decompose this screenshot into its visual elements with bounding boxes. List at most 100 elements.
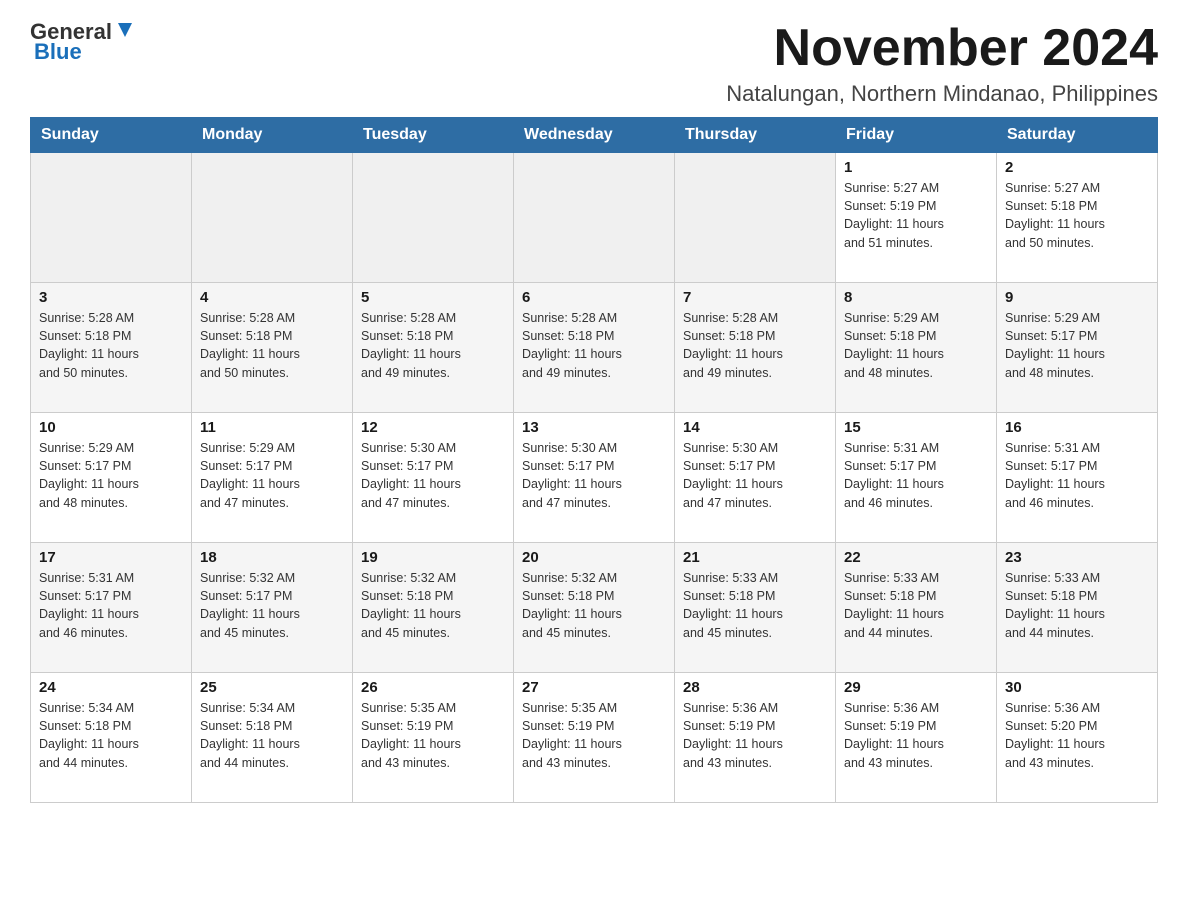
calendar-subtitle: Natalungan, Northern Mindanao, Philippin… [726,81,1158,107]
calendar-cell: 30 Sunrise: 5:36 AM Sunset: 5:20 PM Dayli… [997,673,1158,803]
day-info: Sunrise: 5:28 AM Sunset: 5:18 PM Dayligh… [361,309,505,382]
calendar-cell: 11 Sunrise: 5:29 AM Sunset: 5:17 PM Dayli… [192,413,353,543]
calendar-cell: 26Sunrise: 5:35 AM Sunset: 5:19 PM Dayli… [353,673,514,803]
title-area: November 2024 Natalungan, Northern Minda… [726,20,1158,107]
logo: General Blue [30,20,136,64]
day-number: 16 [1005,419,1149,436]
calendar-cell: 6 Sunrise: 5:28 AM Sunset: 5:18 PM Daylig… [514,283,675,413]
calendar-cell [675,153,836,283]
day-number: 17 [39,549,183,566]
day-info: Sunrise: 5:35 AM Sunset: 5:19 PM Dayligh… [522,699,666,772]
calendar-cell: 1Sunrise: 5:27 AM Sunset: 5:19 PM Daylig… [836,153,997,283]
calendar-cell: 23Sunrise: 5:33 AM Sunset: 5:18 PM Dayli… [997,543,1158,673]
day-info: Sunrise: 5:32 AM Sunset: 5:18 PM Dayligh… [522,569,666,642]
calendar-title: November 2024 [726,20,1158,77]
calendar-cell: 28 Sunrise: 5:36 AM Sunset: 5:19 PM Dayli… [675,673,836,803]
day-number: 12 [361,419,505,436]
calendar-cell: 27 Sunrise: 5:35 AM Sunset: 5:19 PM Dayli… [514,673,675,803]
day-info: Sunrise: 5:30 AM Sunset: 5:17 PM Dayligh… [361,439,505,512]
calendar-cell [192,153,353,283]
calendar-cell [514,153,675,283]
day-info: Sunrise: 5:29 AM Sunset: 5:17 PM Dayligh… [1005,309,1149,382]
day-number: 19 [361,549,505,566]
page-header: General Blue November 2024 Natalungan, N… [30,20,1158,107]
calendar-cell: 10 Sunrise: 5:29 AM Sunset: 5:17 PM Dayli… [31,413,192,543]
day-number: 4 [200,289,344,306]
day-info: Sunrise: 5:30 AM Sunset: 5:17 PM Dayligh… [522,439,666,512]
calendar-cell: 17 Sunrise: 5:31 AM Sunset: 5:17 PM Dayli… [31,543,192,673]
calendar-cell: 18 Sunrise: 5:32 AM Sunset: 5:17 PM Dayli… [192,543,353,673]
calendar-cell: 29 Sunrise: 5:36 AM Sunset: 5:19 PM Dayli… [836,673,997,803]
calendar-cell: 22 Sunrise: 5:33 AM Sunset: 5:18 PM Dayli… [836,543,997,673]
day-number: 20 [522,549,666,566]
day-number: 22 [844,549,988,566]
day-number: 15 [844,419,988,436]
calendar-cell: 20 Sunrise: 5:32 AM Sunset: 5:18 PM Dayli… [514,543,675,673]
day-number: 1 [844,159,988,176]
day-number: 21 [683,549,827,566]
calendar-week-row: 1Sunrise: 5:27 AM Sunset: 5:19 PM Daylig… [31,153,1158,283]
calendar-cell: 7Sunrise: 5:28 AM Sunset: 5:18 PM Daylig… [675,283,836,413]
calendar-cell: 2 Sunrise: 5:27 AM Sunset: 5:18 PM Daylig… [997,153,1158,283]
calendar-cell: 8 Sunrise: 5:29 AM Sunset: 5:18 PM Daylig… [836,283,997,413]
day-number: 18 [200,549,344,566]
calendar-header-sunday: Sunday [31,118,192,153]
day-number: 14 [683,419,827,436]
day-info: Sunrise: 5:31 AM Sunset: 5:17 PM Dayligh… [39,569,183,642]
day-info: Sunrise: 5:29 AM Sunset: 5:17 PM Dayligh… [39,439,183,512]
day-number: 3 [39,289,183,306]
calendar-cell: 25 Sunrise: 5:34 AM Sunset: 5:18 PM Dayli… [192,673,353,803]
day-info: Sunrise: 5:36 AM Sunset: 5:19 PM Dayligh… [844,699,988,772]
day-number: 8 [844,289,988,306]
calendar-cell: 4 Sunrise: 5:28 AM Sunset: 5:18 PM Daylig… [192,283,353,413]
day-number: 26 [361,679,505,696]
day-info: Sunrise: 5:33 AM Sunset: 5:18 PM Dayligh… [683,569,827,642]
day-number: 10 [39,419,183,436]
day-number: 7 [683,289,827,306]
day-info: Sunrise: 5:28 AM Sunset: 5:18 PM Dayligh… [522,309,666,382]
day-number: 13 [522,419,666,436]
logo-text-blue: Blue [34,39,82,64]
calendar-cell [31,153,192,283]
day-number: 6 [522,289,666,306]
day-info: Sunrise: 5:34 AM Sunset: 5:18 PM Dayligh… [200,699,344,772]
calendar-cell: 21 Sunrise: 5:33 AM Sunset: 5:18 PM Dayli… [675,543,836,673]
day-info: Sunrise: 5:29 AM Sunset: 5:17 PM Dayligh… [200,439,344,512]
day-number: 28 [683,679,827,696]
logo-triangle-icon [114,19,136,41]
calendar-cell [353,153,514,283]
day-number: 11 [200,419,344,436]
day-info: Sunrise: 5:34 AM Sunset: 5:18 PM Dayligh… [39,699,183,772]
day-info: Sunrise: 5:32 AM Sunset: 5:17 PM Dayligh… [200,569,344,642]
day-info: Sunrise: 5:36 AM Sunset: 5:20 PM Dayligh… [1005,699,1149,772]
day-info: Sunrise: 5:29 AM Sunset: 5:18 PM Dayligh… [844,309,988,382]
day-info: Sunrise: 5:28 AM Sunset: 5:18 PM Dayligh… [200,309,344,382]
day-info: Sunrise: 5:28 AM Sunset: 5:18 PM Dayligh… [39,309,183,382]
day-info: Sunrise: 5:36 AM Sunset: 5:19 PM Dayligh… [683,699,827,772]
day-info: Sunrise: 5:33 AM Sunset: 5:18 PM Dayligh… [844,569,988,642]
day-number: 2 [1005,159,1149,176]
day-number: 29 [844,679,988,696]
calendar-cell: 12 Sunrise: 5:30 AM Sunset: 5:17 PM Dayli… [353,413,514,543]
calendar-cell: 19 Sunrise: 5:32 AM Sunset: 5:18 PM Dayli… [353,543,514,673]
day-number: 30 [1005,679,1149,696]
calendar-header-row: SundayMondayTuesdayWednesdayThursdayFrid… [31,118,1158,153]
calendar-header-wednesday: Wednesday [514,118,675,153]
calendar-week-row: 24Sunrise: 5:34 AM Sunset: 5:18 PM Dayli… [31,673,1158,803]
calendar-cell: 24Sunrise: 5:34 AM Sunset: 5:18 PM Dayli… [31,673,192,803]
calendar-week-row: 17 Sunrise: 5:31 AM Sunset: 5:17 PM Dayli… [31,543,1158,673]
calendar-cell: 5 Sunrise: 5:28 AM Sunset: 5:18 PM Daylig… [353,283,514,413]
day-number: 5 [361,289,505,306]
day-info: Sunrise: 5:27 AM Sunset: 5:18 PM Dayligh… [1005,179,1149,252]
calendar-header-monday: Monday [192,118,353,153]
calendar-cell: 13 Sunrise: 5:30 AM Sunset: 5:17 PM Dayli… [514,413,675,543]
day-info: Sunrise: 5:32 AM Sunset: 5:18 PM Dayligh… [361,569,505,642]
calendar-cell: 14Sunrise: 5:30 AM Sunset: 5:17 PM Dayli… [675,413,836,543]
day-number: 25 [200,679,344,696]
calendar-cell: 9Sunrise: 5:29 AM Sunset: 5:17 PM Daylig… [997,283,1158,413]
calendar-header-tuesday: Tuesday [353,118,514,153]
day-number: 27 [522,679,666,696]
calendar-cell: 16Sunrise: 5:31 AM Sunset: 5:17 PM Dayli… [997,413,1158,543]
calendar-table: SundayMondayTuesdayWednesdayThursdayFrid… [30,117,1158,803]
day-info: Sunrise: 5:33 AM Sunset: 5:18 PM Dayligh… [1005,569,1149,642]
